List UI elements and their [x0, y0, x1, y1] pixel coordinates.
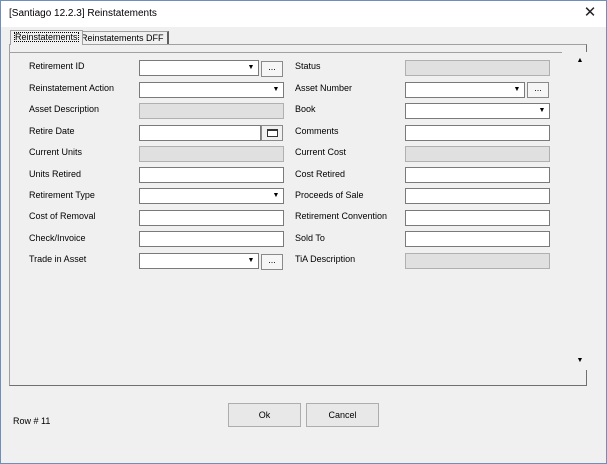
book-label: Book: [295, 104, 316, 114]
asset-description-field: [139, 103, 284, 119]
retirement-convention-input[interactable]: [405, 210, 550, 226]
chevron-down-icon: ▼: [272, 86, 280, 93]
retire-date-input[interactable]: [139, 125, 261, 141]
calendar-icon: [267, 129, 278, 137]
scroll-down-icon[interactable]: ▼: [573, 354, 587, 368]
check-invoice-input[interactable]: [139, 231, 284, 247]
trade-in-asset-select[interactable]: ▼: [139, 253, 259, 269]
proceeds-of-sale-input[interactable]: [405, 188, 550, 204]
current-units-field: [139, 146, 284, 162]
cost-retired-label: Cost Retired: [295, 169, 346, 179]
chevron-down-icon: ▼: [247, 257, 255, 264]
tab-reinstatements[interactable]: Reinstatements: [10, 30, 83, 45]
trade-in-asset-lookup-button[interactable]: ...: [261, 254, 283, 270]
retirement-id-label: Retirement ID: [29, 61, 85, 71]
retirement-type-select[interactable]: ▼: [139, 188, 284, 204]
vertical-scrollbar[interactable]: ▲ ▼: [573, 52, 587, 370]
retirement-convention-label: Retirement Convention: [295, 211, 388, 221]
comments-input[interactable]: [405, 125, 550, 141]
window-title: [Santiago 12.2.3] Reinstatements: [9, 8, 157, 19]
comments-label: Comments: [295, 126, 339, 136]
reinstatement-action-select[interactable]: ▼: [139, 82, 284, 98]
scroll-up-icon[interactable]: ▲: [573, 54, 587, 68]
close-icon[interactable]: ✕: [580, 4, 600, 22]
status-label: Status: [295, 61, 321, 71]
cost-of-removal-input[interactable]: [139, 210, 284, 226]
retire-date-label: Retire Date: [29, 126, 75, 136]
chevron-down-icon: ▼: [538, 107, 546, 114]
check-invoice-label: Check/Invoice: [29, 233, 86, 243]
chevron-down-icon: ▼: [272, 192, 280, 199]
chevron-down-icon: ▼: [513, 86, 521, 93]
chevron-down-icon: ▼: [247, 64, 255, 71]
proceeds-of-sale-label: Proceeds of Sale: [295, 190, 364, 200]
cost-of-removal-label: Cost of Removal: [29, 211, 96, 221]
current-units-label: Current Units: [29, 147, 83, 157]
asset-description-label: Asset Description: [29, 104, 100, 114]
ok-button[interactable]: Ok: [228, 403, 301, 427]
cancel-button[interactable]: Cancel: [306, 403, 379, 427]
units-retired-label: Units Retired: [29, 169, 82, 179]
title-bar: [Santiago 12.2.3] Reinstatements ✕: [1, 1, 606, 27]
status-field: [405, 60, 550, 76]
asset-number-select[interactable]: ▼: [405, 82, 525, 98]
sold-to-label: Sold To: [295, 233, 325, 243]
tab-reinstatements-dff[interactable]: Reinstatements DFF: [77, 31, 169, 45]
retirement-type-label: Retirement Type: [29, 190, 95, 200]
reinstatement-action-label: Reinstatement Action: [29, 83, 115, 93]
reinstatements-window: [Santiago 12.2.3] Reinstatements ✕ Reins…: [0, 0, 607, 464]
tia-description-label: TiA Description: [295, 254, 356, 264]
tia-description-field: [405, 253, 550, 269]
sold-to-input[interactable]: [405, 231, 550, 247]
retirement-id-lookup-button[interactable]: ...: [261, 61, 283, 77]
units-retired-input[interactable]: [139, 167, 284, 183]
current-cost-field: [405, 146, 550, 162]
calendar-button[interactable]: [261, 125, 283, 141]
row-status: Row # 11: [13, 416, 51, 426]
asset-number-label: Asset Number: [295, 83, 353, 93]
cost-retired-input[interactable]: [405, 167, 550, 183]
retirement-id-select[interactable]: ▼: [139, 60, 259, 76]
current-cost-label: Current Cost: [295, 147, 347, 157]
trade-in-asset-label: Trade in Asset: [29, 254, 87, 264]
asset-number-lookup-button[interactable]: ...: [527, 82, 549, 98]
tab-label: Reinstatements: [14, 32, 79, 42]
tab-label: Reinstatements DFF: [81, 33, 164, 43]
book-select[interactable]: ▼: [405, 103, 550, 119]
